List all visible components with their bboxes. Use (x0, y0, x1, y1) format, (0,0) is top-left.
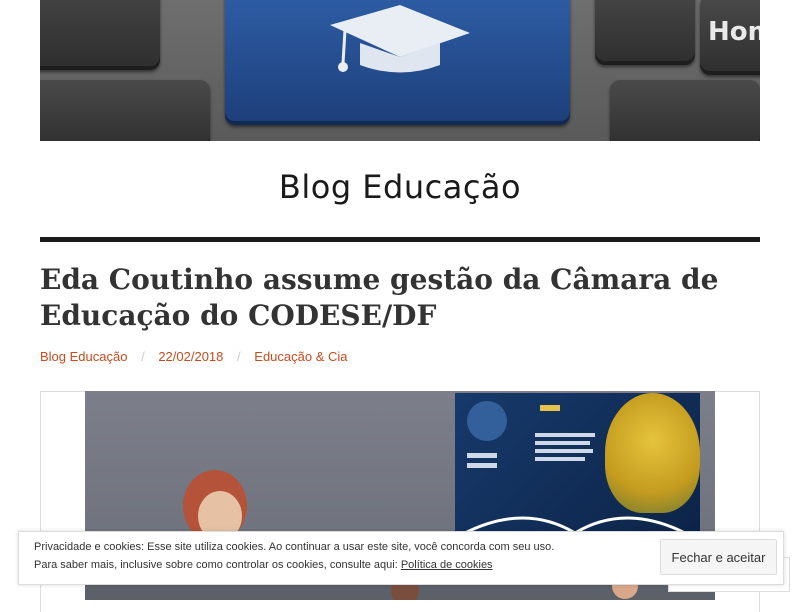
post-category-link[interactable]: Educação & Cia (254, 349, 347, 364)
header-divider (40, 237, 760, 242)
keyboard-key (610, 80, 760, 141)
post-date-link[interactable]: 22/02/2018 (158, 349, 223, 364)
cookie-text: Privacidade e cookies: Esse site utiliza… (34, 541, 555, 553)
graduation-cap-icon (330, 5, 470, 73)
cookie-banner: Privacidade e cookies: Esse site utiliza… (18, 531, 784, 585)
keyboard-key (40, 0, 160, 70)
home-key-label: Hom (708, 17, 760, 47)
cookie-policy-link[interactable]: Política de cookies (401, 559, 493, 571)
header-image: Hom (40, 0, 760, 141)
home-key: Hom (700, 0, 760, 75)
cookie-text-prefix: Para saber mais, inclusive sobre como co… (34, 559, 401, 571)
post-title[interactable]: Eda Coutinho assume gestão da Câmara de … (40, 262, 740, 334)
post-meta: Blog Educação / 22/02/2018 / Educação & … (40, 349, 348, 364)
accept-cookies-button[interactable]: Fechar e aceitar (660, 539, 777, 575)
graduation-key (225, 0, 570, 125)
meta-separator: / (237, 349, 241, 364)
keyboard-key (40, 80, 210, 141)
keyboard-key (595, 0, 695, 65)
post-author-link[interactable]: Blog Educação (40, 349, 127, 364)
site-title[interactable]: Blog Educação (0, 168, 800, 206)
meta-separator: / (141, 349, 145, 364)
cookie-text-more: Para saber mais, inclusive sobre como co… (34, 559, 493, 571)
